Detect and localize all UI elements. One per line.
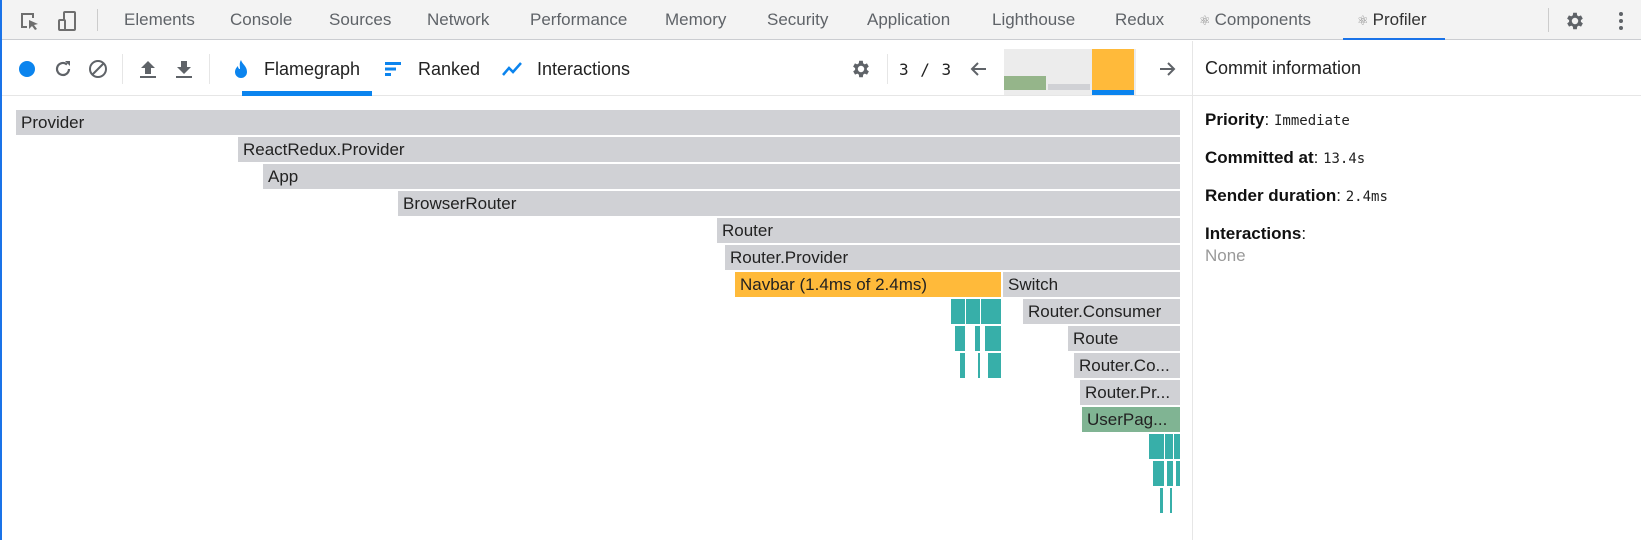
- flame-node-navbar-leaf[interactable]: [988, 353, 1001, 378]
- commit-selector[interactable]: [1004, 49, 1136, 95]
- flame-node-route[interactable]: Route: [1068, 326, 1180, 351]
- tab-ranked[interactable]: Ranked: [418, 41, 480, 96]
- tab-console[interactable]: Console: [230, 0, 292, 40]
- committed-at-label: Committed at: [1205, 148, 1314, 167]
- tab-application[interactable]: Application: [867, 0, 950, 40]
- commit-information-panel: Commit information Priority: Immediate C…: [1192, 41, 1641, 540]
- committed-at-value: 13.4s: [1323, 151, 1366, 167]
- next-commit-arrow-icon[interactable]: [1156, 58, 1178, 80]
- flame-node-navbar[interactable]: Navbar (1.4ms of 2.4ms): [735, 272, 1001, 297]
- divider: [209, 54, 210, 84]
- more-options-icon[interactable]: [1610, 10, 1632, 32]
- flame-node-navbar-child[interactable]: [981, 299, 1001, 324]
- react-devtools-window: Elements Console Sources Network Perform…: [0, 0, 1641, 540]
- interactions-value: None: [1205, 246, 1246, 265]
- divider: [97, 9, 98, 31]
- flame-node-switch[interactable]: Switch: [1003, 272, 1180, 297]
- device-toolbar-icon[interactable]: [56, 10, 78, 32]
- previous-commit-arrow-icon[interactable]: [968, 58, 990, 80]
- flame-node-app[interactable]: App: [263, 164, 1180, 189]
- selected-commit-indicator: [1092, 90, 1134, 95]
- commit-bar[interactable]: [1004, 76, 1046, 90]
- flame-node-userpage-grandchild[interactable]: [1153, 461, 1164, 486]
- flame-node-navbar-child[interactable]: [951, 299, 965, 324]
- tab-components-label: Components: [1214, 10, 1312, 29]
- save-profile-icon[interactable]: [173, 58, 195, 80]
- flame-node-userpage-child[interactable]: [1165, 434, 1173, 459]
- reload-and-profile-icon[interactable]: [52, 58, 74, 80]
- flame-node-router[interactable]: Router: [717, 218, 1180, 243]
- divider: [887, 54, 888, 84]
- profiler-toolbar: Flamegraph Ranked Interactions 3 / 3: [2, 41, 1192, 96]
- tab-memory[interactable]: Memory: [665, 0, 726, 40]
- flame-node-userpage-grandchild[interactable]: [1167, 461, 1173, 486]
- load-profile-icon[interactable]: [137, 58, 159, 80]
- render-duration-label: Render duration: [1205, 186, 1337, 205]
- flame-node-browserrouter[interactable]: BrowserRouter: [398, 191, 1180, 216]
- tab-sources[interactable]: Sources: [329, 0, 391, 40]
- clear-profiling-icon[interactable]: [87, 58, 109, 80]
- flame-node-navbar-leaf[interactable]: [960, 353, 965, 378]
- devtools-tabbar: Elements Console Sources Network Perform…: [2, 0, 1641, 40]
- priority-value: Immediate: [1273, 113, 1350, 129]
- commit-index: 3 / 3: [899, 60, 953, 79]
- priority-row: Priority: Immediate: [1205, 110, 1350, 129]
- flame-node-userpage-grandchild[interactable]: [1176, 461, 1180, 486]
- flame-node-router-provider-2[interactable]: Router.Pr...: [1080, 380, 1180, 405]
- tab-components[interactable]: ⚛ Components: [1199, 0, 1311, 40]
- tab-lighthouse[interactable]: Lighthouse: [992, 0, 1075, 40]
- flame-node-router-consumer-2[interactable]: Router.Co...: [1074, 353, 1180, 378]
- tab-elements[interactable]: Elements: [124, 0, 195, 40]
- react-icon: ⚛: [1357, 13, 1369, 28]
- flamegraph-chart: Provider ReactRedux.Provider App Browser…: [2, 97, 1192, 540]
- profiler-settings-icon[interactable]: [850, 58, 872, 80]
- interactions-row: Interactions:: [1205, 224, 1307, 243]
- tab-performance[interactable]: Performance: [530, 0, 627, 40]
- interactions-label: Interactions: [1205, 224, 1302, 243]
- flame-node-navbar-child[interactable]: [966, 299, 980, 324]
- flame-node-navbar-leaf[interactable]: [978, 353, 980, 378]
- flame-node-router-provider[interactable]: Router.Provider: [725, 245, 1180, 270]
- settings-gear-icon[interactable]: [1564, 10, 1586, 32]
- flame-node-navbar-grandchild[interactable]: [985, 326, 1001, 351]
- react-icon: ⚛: [1199, 13, 1211, 28]
- panel-title: Commit information: [1193, 41, 1641, 96]
- flame-node-reactredux-provider[interactable]: ReactRedux.Provider: [238, 137, 1180, 162]
- render-duration-value: 2.4ms: [1345, 189, 1388, 205]
- tab-flamegraph[interactable]: Flamegraph: [241, 41, 373, 96]
- render-duration-row: Render duration: 2.4ms: [1205, 186, 1388, 205]
- flame-node-userpage-leaf[interactable]: [1160, 488, 1163, 513]
- tab-interactions[interactable]: Interactions: [537, 41, 630, 96]
- ranked-icon: [385, 62, 401, 76]
- priority-label: Priority: [1205, 110, 1265, 129]
- flame-node-userpage[interactable]: UserPag...: [1082, 407, 1180, 432]
- flame-node-userpage-child[interactable]: [1149, 434, 1164, 459]
- commit-bar[interactable]: [1092, 49, 1134, 90]
- record-icon[interactable]: [16, 58, 38, 80]
- committed-at-row: Committed at: 13.4s: [1205, 148, 1366, 167]
- flame-node-router-consumer[interactable]: Router.Consumer: [1023, 299, 1180, 324]
- flame-node-navbar-grandchild[interactable]: [975, 326, 980, 351]
- interactions-icon: [502, 62, 522, 76]
- flame-node-userpage-leaf[interactable]: [1170, 488, 1172, 513]
- tab-security[interactable]: Security: [767, 0, 828, 40]
- flame-node-provider[interactable]: Provider: [16, 110, 1180, 135]
- flame-node-navbar-grandchild[interactable]: [955, 326, 965, 351]
- tab-network[interactable]: Network: [427, 0, 489, 40]
- inspect-element-icon[interactable]: [18, 10, 40, 32]
- tab-profiler-label: Profiler: [1372, 10, 1427, 29]
- flame-node-userpage-child[interactable]: [1174, 434, 1180, 459]
- divider: [1548, 8, 1549, 32]
- flame-icon: [235, 60, 247, 78]
- tab-profiler[interactable]: ⚛ Profiler: [1343, 0, 1444, 40]
- commit-bar[interactable]: [1048, 84, 1090, 90]
- tab-redux[interactable]: Redux: [1115, 0, 1164, 40]
- divider: [122, 54, 123, 84]
